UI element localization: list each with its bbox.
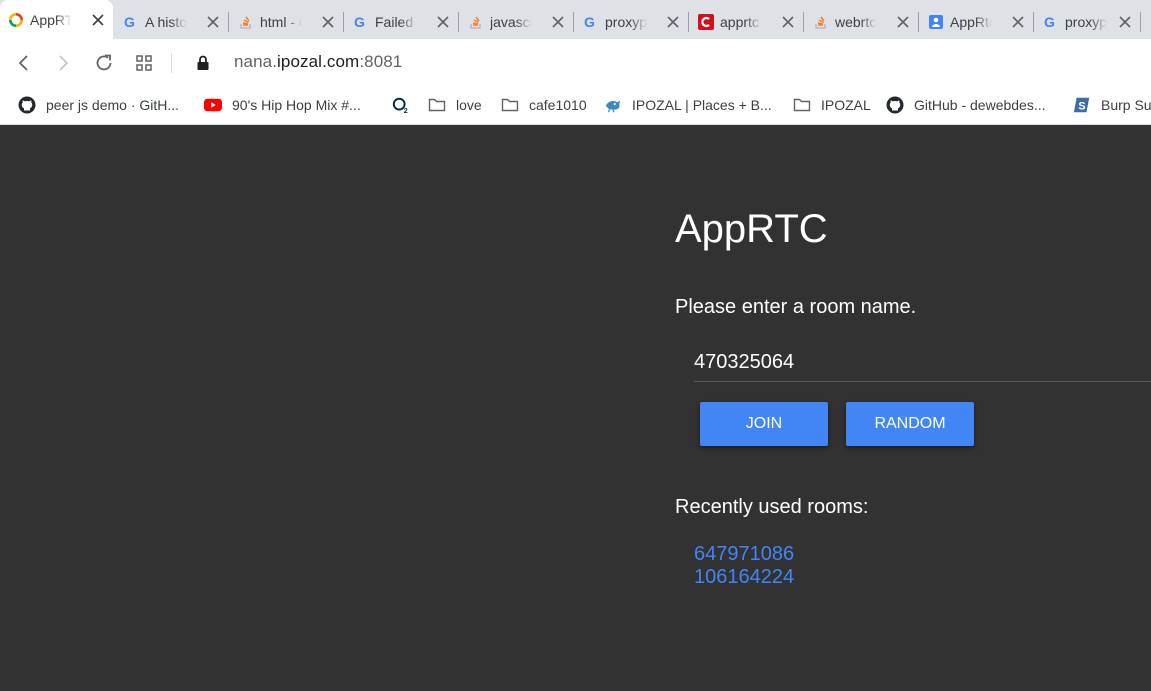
random-button[interactable]: RANDOM	[846, 402, 974, 446]
close-icon[interactable]	[549, 13, 567, 31]
apprtc-favicon-icon	[8, 12, 24, 28]
tab-proxyp[interactable]: G proxyp	[1035, 4, 1141, 39]
o2-icon: 2	[392, 96, 410, 115]
bookmark-hip-hop-mix[interactable]: 90's Hip Hop Mix #...	[204, 94, 361, 116]
tab-webrtc[interactable]: webrtc	[805, 4, 919, 39]
tab-apprtc[interactable]: AppRTC	[0, 0, 113, 39]
bookmark-label: cafe1010	[529, 97, 587, 113]
close-icon[interactable]	[779, 13, 797, 31]
close-icon[interactable]	[1116, 13, 1134, 31]
bookmarks-bar: peer js demo · GitH... 90's Hip Hop Mix …	[0, 86, 1151, 125]
folder-icon	[428, 96, 446, 114]
apps-grid-icon[interactable]	[132, 51, 156, 75]
recent-room-link[interactable]: 106164224	[694, 566, 794, 589]
back-arrow-icon[interactable]	[12, 51, 36, 75]
close-icon[interactable]	[434, 13, 452, 31]
forward-arrow-icon[interactable]	[51, 51, 75, 75]
tab-javascript[interactable]: javascript	[460, 4, 574, 39]
close-icon[interactable]	[1009, 13, 1027, 31]
tab-a-history[interactable]: G A history	[115, 4, 229, 39]
tab-title: webrtc	[835, 13, 877, 30]
apprtc-page: AppRTC Please enter a room name. JOIN RA…	[0, 126, 1151, 691]
tab-title: apprtc	[720, 13, 759, 30]
bookmark-label: IPOZAL	[821, 97, 871, 113]
recent-rooms-list: 647971086 106164224	[694, 543, 794, 589]
stackoverflow-favicon-icon	[468, 14, 484, 30]
lock-icon[interactable]	[191, 51, 215, 75]
svg-text:2: 2	[404, 106, 408, 115]
stackoverflow-favicon-icon	[238, 14, 254, 30]
toolbar-divider	[171, 53, 172, 73]
bookmark-github-dewebdes[interactable]: GitHub - dewebdes...	[886, 94, 1046, 116]
bookmark-label: love	[456, 97, 482, 113]
page-title: AppRTC	[675, 207, 828, 251]
tab-html[interactable]: html - u	[230, 4, 344, 39]
join-button[interactable]: JOIN	[700, 402, 828, 446]
tab-title: proxyp	[1065, 13, 1107, 30]
room-name-prompt: Please enter a room name.	[675, 296, 917, 318]
github-icon	[18, 96, 36, 114]
bookmark-folder-cafe1010[interactable]: cafe1010	[501, 94, 587, 116]
tab-title: AppRtc	[950, 13, 992, 30]
close-icon[interactable]	[319, 13, 337, 31]
bookmark-folder-love[interactable]: love	[428, 94, 482, 116]
bookmark-label: GitHub - dewebdes...	[914, 97, 1046, 113]
tab-title: AppRTC	[30, 11, 72, 28]
svg-text:G: G	[1044, 14, 1055, 30]
tab-title: javascript	[490, 13, 532, 30]
url-port: :8081	[359, 52, 403, 71]
bookmark-label: peer js demo · GitH...	[46, 97, 180, 113]
tab-title: A history	[145, 13, 187, 30]
bookmark-o2[interactable]: 2	[392, 94, 410, 116]
tab-apprtc-doc[interactable]: AppRtc	[920, 4, 1034, 39]
tab-failed[interactable]: G Failed t	[345, 4, 459, 39]
recent-room-link[interactable]: 647971086	[694, 543, 794, 566]
blue-doc-favicon-icon	[928, 14, 944, 30]
reload-icon[interactable]	[92, 51, 116, 75]
svg-text:G: G	[124, 14, 135, 30]
bookmark-label: IPOZAL | Places + B...	[632, 97, 772, 113]
bookmark-peer-js-demo[interactable]: peer js demo · GitH...	[18, 94, 179, 116]
room-name-input[interactable]	[694, 344, 1151, 382]
codepen-red-favicon-icon	[698, 13, 714, 30]
close-icon[interactable]	[204, 13, 222, 31]
svg-text:G: G	[584, 14, 595, 30]
svg-text:S: S	[1078, 101, 1085, 113]
address-bar-url[interactable]: nana.ipozal.com:8081	[234, 52, 402, 72]
google-favicon-icon: G	[353, 14, 369, 30]
google-favicon-icon: G	[1043, 14, 1059, 30]
close-icon[interactable]	[894, 13, 912, 31]
url-subdomain: nana.	[234, 52, 278, 71]
bookmark-folder-ipozal[interactable]: IPOZAL	[793, 94, 871, 116]
folder-icon	[501, 96, 519, 114]
google-favicon-icon: G	[583, 14, 599, 30]
close-icon[interactable]	[664, 13, 682, 31]
youtube-icon	[204, 96, 222, 114]
google-favicon-icon: G	[123, 14, 139, 30]
folder-icon	[793, 96, 811, 114]
close-icon[interactable]	[89, 11, 107, 29]
tab-proxypass[interactable]: G proxypa	[575, 4, 689, 39]
tab-apprtc-codepen[interactable]: apprtc	[690, 4, 804, 39]
bookmark-burp-suite[interactable]: S Burp Su	[1073, 94, 1151, 116]
github-icon	[886, 96, 904, 114]
svg-text:G: G	[354, 14, 365, 30]
tab-strip: AppRTC G A history html - u G Failed t j…	[0, 0, 1151, 39]
bookmark-label: 90's Hip Hop Mix #...	[232, 97, 361, 113]
burp-icon: S	[1073, 96, 1091, 114]
recent-rooms-heading: Recently used rooms:	[675, 496, 869, 518]
bookmark-ipozal-places[interactable]: IPOZAL | Places + B...	[604, 94, 772, 116]
tab-title: html - u	[260, 13, 302, 30]
stackoverflow-favicon-icon	[813, 14, 829, 30]
tab-title: Failed t	[375, 13, 417, 30]
browser-toolbar: nana.ipozal.com:8081	[0, 39, 1151, 86]
url-domain: ipozal.com	[277, 52, 360, 71]
tab-title: proxypa	[605, 13, 647, 30]
ipozal-bird-icon	[604, 96, 622, 114]
bookmark-label: Burp Su	[1101, 97, 1151, 113]
